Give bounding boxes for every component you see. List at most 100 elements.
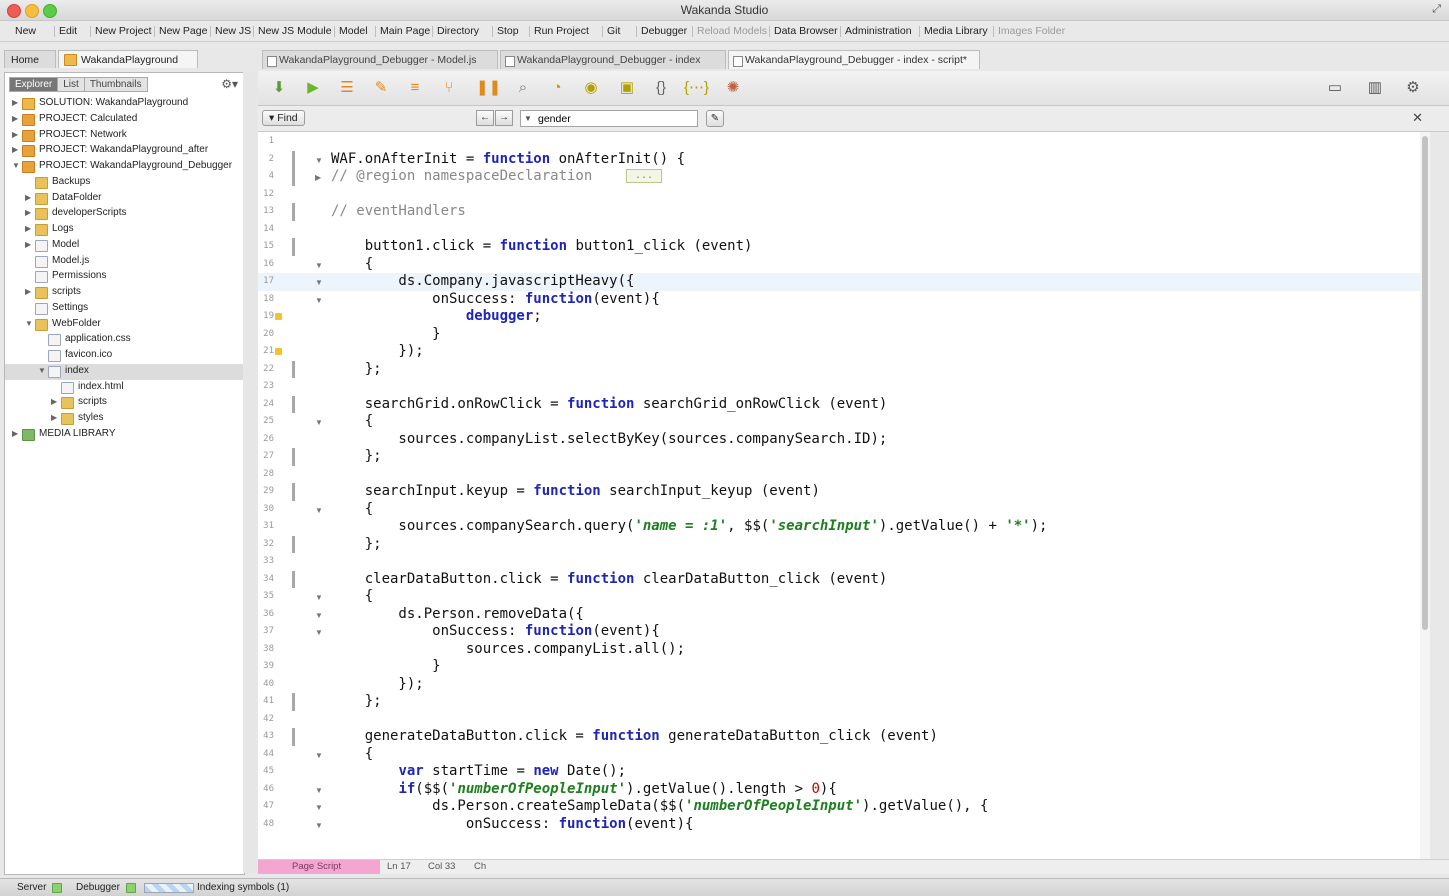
tab-project[interactable]: WakandaPlayground (58, 50, 198, 68)
code-line[interactable]: 15 button1.click = function button1_clic… (258, 238, 1430, 256)
code-line[interactable]: 13 // eventHandlers (258, 203, 1430, 221)
js-doc-icon[interactable]: ▣ (616, 77, 638, 99)
line-number[interactable]: 47 (258, 801, 274, 811)
menu-git[interactable]: Git (607, 25, 620, 37)
code-line[interactable]: 40 }); (258, 676, 1430, 694)
code-editor[interactable]: 1 2 ▼ WAF.onAfterInit = function onAfterIni… (258, 132, 1430, 859)
collapsed-arrow-icon[interactable]: ▶ (12, 429, 18, 438)
code-line[interactable]: 42 (258, 711, 1430, 729)
scrollbar-thumb[interactable] (1422, 136, 1428, 630)
menu-main-page[interactable]: Main Page (380, 25, 430, 37)
code-line[interactable]: 24 searchGrid.onRowClick = function sear… (258, 395, 1430, 413)
tree-item[interactable]: ▶ scripts (5, 395, 244, 411)
line-number[interactable]: 28 (258, 469, 274, 479)
find-next-button[interactable]: → (495, 110, 513, 126)
replace-pencil-icon[interactable]: ✎ (706, 110, 724, 127)
fold-open-icon[interactable]: ▼ (315, 751, 323, 760)
comment-icon[interactable]: ✎ (370, 77, 392, 99)
save-icon[interactable]: ⬇ (268, 77, 290, 99)
expanded-arrow-icon[interactable]: ▼ (12, 161, 20, 170)
code-line[interactable]: 33 (258, 553, 1430, 571)
line-number[interactable]: 25 (258, 416, 274, 426)
line-number[interactable]: 35 (258, 591, 274, 601)
code-line[interactable]: 19 debugger; (258, 308, 1430, 326)
code-line[interactable]: 27 }; (258, 448, 1430, 466)
breakpoint-warning-icon[interactable] (275, 313, 282, 320)
code-line[interactable]: 35 ▼ { (258, 588, 1430, 606)
line-number[interactable]: 37 (258, 626, 274, 636)
tab-explorer[interactable]: Explorer (9, 77, 59, 92)
code-line[interactable]: 44 ▼ { (258, 746, 1430, 764)
line-number[interactable]: 44 (258, 749, 274, 759)
line-number[interactable]: 18 (258, 294, 274, 304)
line-number[interactable]: 21 (258, 346, 274, 356)
menu-debugger[interactable]: Debugger (641, 25, 687, 37)
code-line[interactable]: 14 (258, 221, 1430, 239)
run-icon[interactable]: ▶ (302, 77, 324, 99)
menu-new-page[interactable]: New Page (159, 25, 207, 37)
line-number[interactable]: 36 (258, 609, 274, 619)
doc-tab[interactable]: WakandaPlayground_Debugger - index - scr… (728, 50, 980, 69)
line-number[interactable]: 45 (258, 766, 274, 776)
line-number[interactable]: 17 (258, 276, 274, 286)
menu-stop[interactable]: Stop (497, 25, 519, 37)
search-icon[interactable]: ⌕ (512, 77, 534, 99)
fold-open-icon[interactable]: ▼ (315, 296, 323, 305)
tree-item[interactable]: ▼ WebFolder (5, 317, 244, 333)
fold-open-icon[interactable]: ▼ (315, 593, 323, 602)
tree-item[interactable]: ▶ Logs (5, 222, 244, 238)
editor-scrollbar[interactable] (1420, 132, 1430, 859)
menu-new-js-module[interactable]: New JS Module (258, 25, 332, 37)
branch-icon[interactable]: ⑂ (438, 77, 460, 99)
tree-item[interactable]: ▶ PROJECT: WakandaPlayground_after (5, 143, 244, 159)
line-number[interactable]: 29 (258, 486, 274, 496)
indent-icon[interactable]: ☰ (336, 77, 358, 99)
code-line[interactable]: 4 ▶ // @region namespaceDeclaration ... (258, 168, 1430, 186)
line-number[interactable]: 39 (258, 661, 274, 671)
fold-closed-icon[interactable]: ▶ (315, 173, 321, 182)
tree-item[interactable]: ▼ index (5, 363, 244, 380)
fold-open-icon[interactable]: ▼ (315, 418, 323, 427)
pause-icon[interactable]: ❚❚ (476, 77, 501, 99)
tab-list[interactable]: List (57, 77, 85, 92)
code-line[interactable]: 32 }; (258, 535, 1430, 553)
menu-directory[interactable]: Directory (437, 25, 479, 37)
line-number[interactable]: 1 (258, 136, 274, 146)
collapsed-arrow-icon[interactable]: ▶ (12, 114, 18, 123)
fold-open-icon[interactable]: ▼ (315, 628, 323, 637)
code-line[interactable]: 23 (258, 378, 1430, 396)
tree-item[interactable]: ▶ DataFolder (5, 191, 244, 207)
menu-data-browser[interactable]: Data Browser (774, 25, 838, 37)
line-number[interactable]: 48 (258, 819, 274, 829)
code-line[interactable]: 18 ▼ onSuccess: function(event){ (258, 291, 1430, 309)
line-number[interactable]: 12 (258, 189, 274, 199)
tree-item[interactable]: ▶ PROJECT: Calculated (5, 112, 244, 128)
find-button[interactable]: ▾ Find (262, 110, 305, 126)
collapsed-arrow-icon[interactable]: ▶ (12, 130, 18, 139)
braces-icon[interactable]: {} (650, 77, 672, 99)
menu-edit[interactable]: Edit (59, 25, 77, 37)
tree-item[interactable]: ▶ PROJECT: Network (5, 128, 244, 144)
fold-open-icon[interactable]: ▼ (315, 278, 323, 287)
line-number[interactable]: 16 (258, 259, 274, 269)
tree-item[interactable]: application.css (5, 332, 244, 348)
code-line[interactable]: 20 } (258, 326, 1430, 344)
line-number[interactable]: 23 (258, 381, 274, 391)
line-number[interactable]: 27 (258, 451, 274, 461)
find-options-dropdown-icon[interactable]: ▼ (524, 114, 532, 123)
line-number[interactable]: 42 (258, 714, 274, 724)
tree-item[interactable]: ▶ developerScripts (5, 206, 244, 222)
fold-open-icon[interactable]: ▼ (315, 611, 323, 620)
expanded-arrow-icon[interactable]: ▼ (38, 366, 46, 375)
code-line[interactable]: 47 ▼ ds.Person.createSampleData($$('numbe… (258, 798, 1430, 816)
code-line[interactable]: 36 ▼ ds.Person.removeData({ (258, 606, 1430, 624)
collapsed-arrow-icon[interactable]: ▶ (25, 287, 31, 296)
menu-reload-models[interactable]: Reload Models (697, 25, 767, 37)
collapsed-arrow-icon[interactable]: ▶ (51, 397, 57, 406)
code-line[interactable]: 26 sources.companyList.selectByKey(sourc… (258, 431, 1430, 449)
line-number[interactable]: 26 (258, 434, 274, 444)
line-number[interactable]: 30 (258, 504, 274, 514)
expanded-arrow-icon[interactable]: ▼ (25, 319, 33, 328)
tree-item[interactable]: Permissions (5, 269, 244, 285)
menu-media-library[interactable]: Media Library (924, 25, 988, 37)
